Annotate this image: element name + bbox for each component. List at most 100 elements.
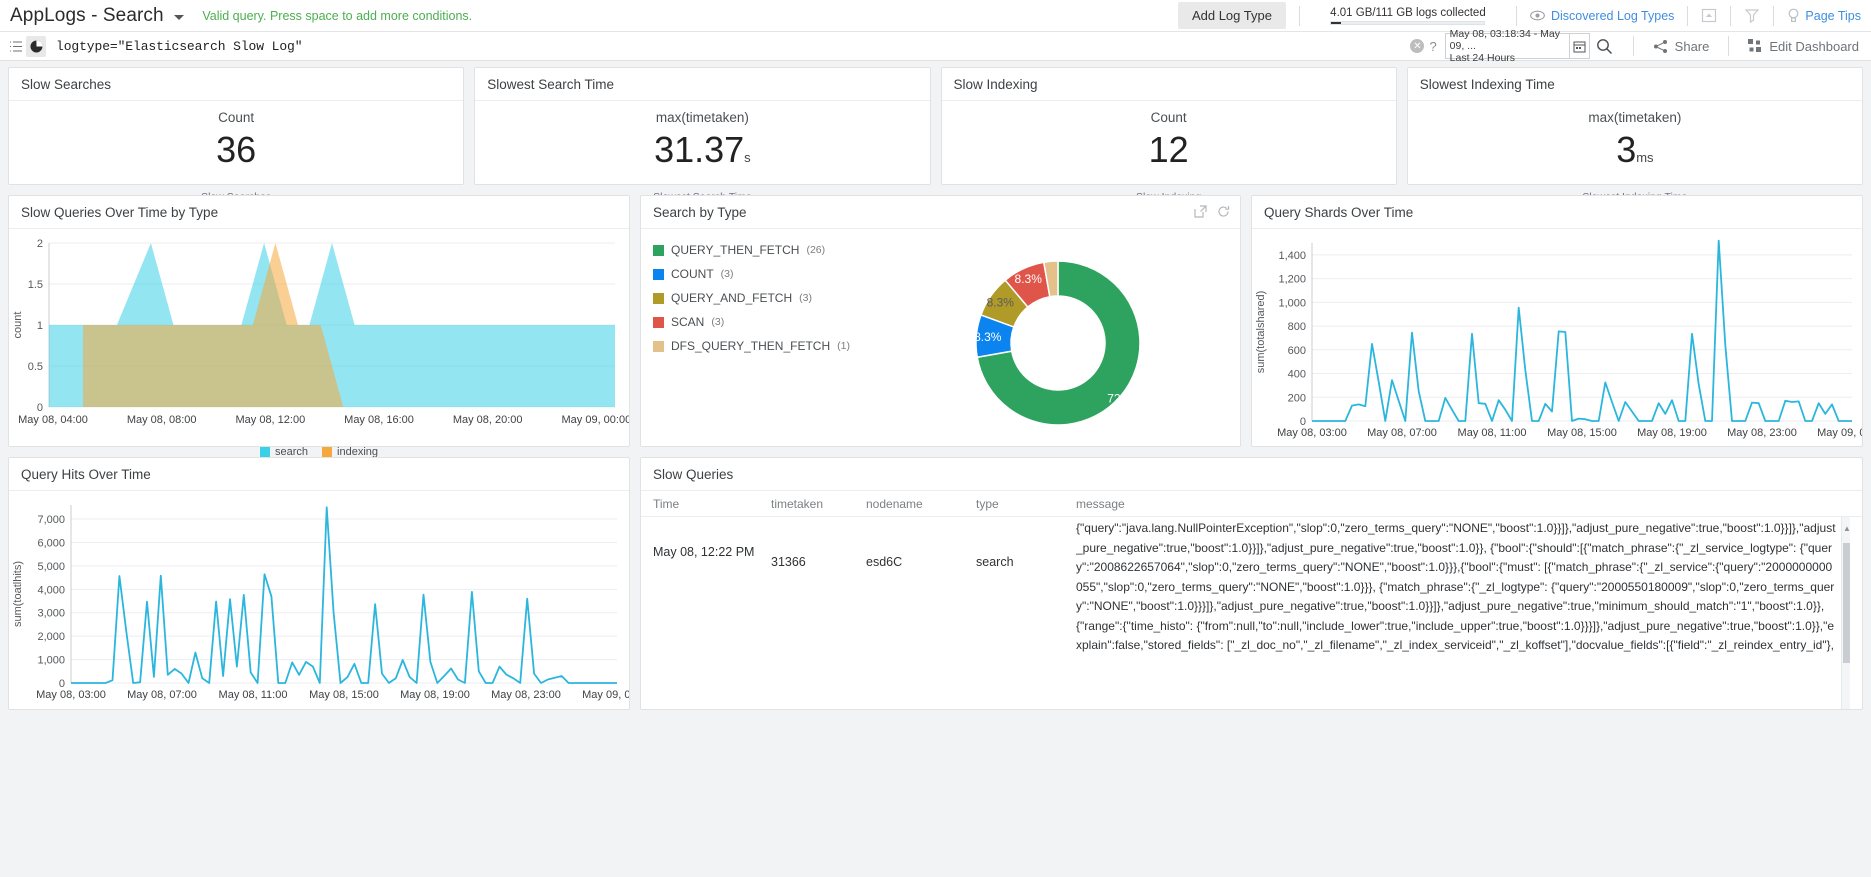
svg-text:May 08, 03:00: May 08, 03:00 (1277, 427, 1347, 439)
kpi-title: Slowest Indexing Time (1407, 68, 1862, 101)
app-title-group[interactable]: AppLogs - Search (10, 4, 185, 27)
legend-item: QUERY_AND_FETCH (3) (653, 291, 883, 305)
column-header-nodename: nodename (866, 496, 923, 511)
svg-text:3,000: 3,000 (37, 608, 65, 620)
calendar-icon[interactable] (1569, 33, 1590, 59)
panel-slow-queries-table[interactable]: Slow Queries Time timetaken nodename typ… (640, 457, 1863, 710)
legend-count: (3) (720, 268, 734, 280)
share-label: Share (1674, 38, 1710, 54)
svg-text:May 08, 12:00: May 08, 12:00 (235, 414, 305, 426)
svg-text:May 08, 19:00: May 08, 19:00 (400, 689, 470, 701)
svg-text:May 08, 07:00: May 08, 07:00 (127, 689, 197, 701)
svg-text:May 08, 15:00: May 08, 15:00 (309, 689, 379, 701)
query-hits-line-chart[interactable]: sum(toatlhits)01,0002,0003,0004,0005,000… (9, 491, 652, 713)
cell-nodename: esd6C (866, 555, 903, 569)
date-range-line2: Last 24 Hours (1449, 52, 1516, 64)
date-range-line1: May 08, 03:18:34 - May 09, ... (1449, 28, 1560, 52)
kpi-number: 12 (1148, 129, 1189, 170)
clear-query-icon[interactable]: ✕ (1410, 39, 1425, 53)
svg-text:May 08, 03:00: May 08, 03:00 (36, 689, 106, 701)
kpi-row: Slow Searches Count 36 Slow Searches Slo… (8, 67, 1863, 203)
scroll-down-arrow[interactable]: ▼ (1843, 706, 1850, 710)
filter-funnel-icon[interactable] (1744, 8, 1760, 23)
share-button[interactable]: Share (1647, 39, 1716, 54)
panel-query-hits-over-time[interactable]: Query Hits Over Time sum(toatlhits) 0 1,00… (8, 457, 652, 713)
kpi-card-slowest-indexing-time[interactable]: Slowest Indexing Time max(timetaken) 3ms… (1406, 67, 1863, 203)
discovered-log-types-label: Discovered Log Types (1550, 8, 1675, 23)
cell-message: {"query":"java.lang.NullPointerException… (1076, 517, 1850, 710)
svg-text:600: 600 (1288, 345, 1306, 357)
page-title: AppLogs - Search (10, 4, 164, 26)
log-quota: 4.01 GB/111 GB logs collected (1313, 7, 1503, 25)
panel-title: Query Shards Over Time (1252, 196, 1862, 229)
add-log-type-button[interactable]: Add Log Type (1177, 2, 1286, 29)
search-by-type-donut-chart[interactable]: 72.2%8.3%8.3%8.3% (883, 243, 1233, 448)
column-header-time: Time (653, 496, 680, 511)
svg-text:May 09, 00:00: May 09, 00:00 (562, 414, 629, 426)
kpi-card-slowest-search-time[interactable]: Slowest Search Time max(timetaken) 31.37… (474, 67, 931, 203)
svg-text:count: count (12, 312, 24, 339)
grid-icon (1748, 39, 1762, 52)
chart-row: Slow Queries Over Time by Type count 0 0.5… (8, 195, 1871, 458)
legend-count: (3) (799, 292, 812, 304)
legend-label: QUERY_AND_FETCH (671, 291, 793, 305)
slow-queries-area-chart[interactable]: count 0 0.5 1 1.5 2 May 08, 04:00 May 08, 08:00… (9, 229, 631, 439)
svg-text:1.5: 1.5 (28, 279, 43, 291)
query-shards-line-chart[interactable]: sum(totalshared)02004006008001,0001,2001… (1252, 229, 1871, 449)
legend-label: SCAN (671, 315, 705, 329)
panel-search-by-type[interactable]: Search by Type QUERY_THEN_FETCH (26) COUN… (640, 195, 1241, 447)
kpi-title: Slow Indexing (941, 68, 1396, 101)
legend-count: (26) (806, 244, 826, 256)
list-view-icon[interactable] (6, 40, 26, 53)
svg-text:May 08, 04:00: May 08, 04:00 (18, 414, 88, 426)
message-scrollbar[interactable]: ▲ ▼ (1841, 517, 1850, 710)
divider (1298, 5, 1300, 26)
query-validation-message: Valid query. Press space to add more con… (202, 8, 473, 23)
column-header-type: type (976, 496, 999, 511)
legend-item: DFS_QUERY_THEN_FETCH (1) (653, 339, 883, 353)
legend-item: QUERY_THEN_FETCH (26) (653, 243, 883, 257)
svg-text:6,000: 6,000 (37, 537, 65, 549)
divider (1632, 36, 1634, 56)
chevron-down-icon[interactable] (174, 14, 185, 20)
refresh-icon[interactable] (1217, 205, 1230, 221)
panel-query-shards-over-time[interactable]: Query Shards Over Time sum(totalshared) 0… (1251, 195, 1871, 449)
quota-label: 4.01 GB/111 GB logs collected (1330, 6, 1486, 19)
discovered-log-types-link[interactable]: Discovered Log Types (1530, 9, 1674, 23)
kpi-value: 36 (9, 129, 463, 179)
kpi-card-slow-searches[interactable]: Slow Searches Count 36 Slow Searches (8, 67, 465, 203)
legend-count: (1) (837, 340, 850, 352)
panel-slow-queries-over-time[interactable]: Slow Queries Over Time by Type count 0 0.5… (8, 195, 631, 458)
column-header-message: message (1076, 496, 1125, 511)
donut-legend: QUERY_THEN_FETCH (26) COUNT (3) QUERY_AND_… (653, 243, 883, 448)
open-external-icon[interactable] (1194, 205, 1207, 221)
pie-chart-icon[interactable] (26, 35, 46, 57)
kpi-card-slow-indexing[interactable]: Slow Indexing Count 12 Slow Indexing (940, 67, 1397, 203)
home-icon[interactable] (1701, 8, 1717, 23)
kpi-number: 3 (1616, 129, 1637, 170)
kpi-value: 31.37s (475, 129, 929, 179)
svg-text:8.3%: 8.3% (974, 330, 1002, 344)
svg-text:May 08, 11:00: May 08, 11:00 (219, 689, 288, 701)
kpi-metric: max(timetaken) (655, 110, 749, 125)
legend-count: (3) (711, 316, 725, 328)
scrollbar-thumb[interactable] (1843, 543, 1850, 663)
svg-text:1,400: 1,400 (1278, 250, 1306, 262)
panel-title: Search by Type (641, 196, 1240, 229)
date-range-picker[interactable]: May 08, 03:18:34 - May 09, ... Last 24 H… (1444, 28, 1570, 64)
search-query-input[interactable]: logtype="Elasticsearch Slow Log" (56, 39, 1410, 54)
table-row[interactable]: May 08, 12:22 PM 31366 esd6C search {"qu… (641, 517, 1862, 710)
search-icon[interactable] (1590, 38, 1620, 55)
cell-type: search (976, 555, 1014, 569)
scroll-up-arrow[interactable]: ▲ (1843, 519, 1850, 539)
quota-progress-bar (1330, 20, 1486, 25)
help-icon[interactable]: ? (1429, 39, 1436, 54)
page-tips-link[interactable]: Page Tips (1787, 8, 1861, 23)
edit-dashboard-button[interactable]: Edit Dashboard (1742, 39, 1865, 54)
top-bar: AppLogs - Search Valid query. Press spac… (0, 0, 1871, 32)
svg-text:May 08, 23:00: May 08, 23:00 (1727, 427, 1797, 439)
svg-text:2: 2 (37, 238, 43, 250)
svg-text:2,000: 2,000 (37, 631, 65, 643)
svg-text:May 08, 16:00: May 08, 16:00 (344, 414, 414, 426)
share-icon (1653, 39, 1667, 53)
